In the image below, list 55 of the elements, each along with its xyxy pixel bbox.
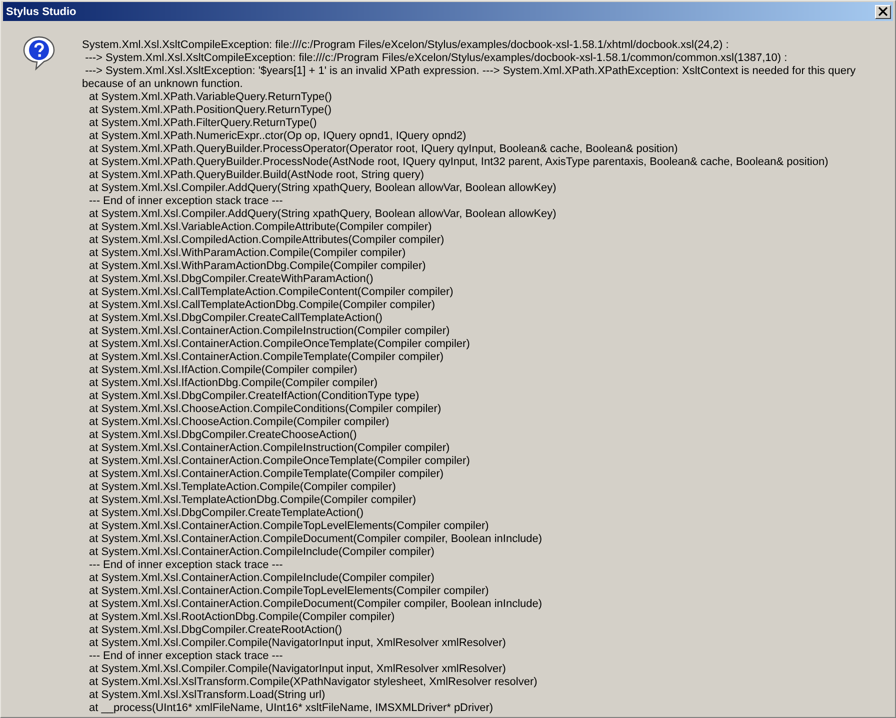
- stack-trace-line: at System.Xml.Xsl.ContainerAction.CompileTemplate(Compiler compiler): [89, 351, 445, 364]
- stack-trace-line: at System.Xml.Xsl.ContainerAction.CompileDocument(Compiler compiler, Boolean inInclude): [89, 533, 544, 546]
- error-message: ---> System.Xml.Xsl.XsltException: '$years[1] + 1' is an invalid XPath expression. ---> System.Xml.XPath.XPathException: XsltContext is needed for this query because of an unknown function.: [82, 65, 857, 91]
- error-message: ---> System.Xml.Xsl.XsltCompileException: file:///c:/Program Files/eXcelon/Stylus/examples/docbook-xsl-1.58.1/common/common.xsl(1387,10) :: [84, 52, 788, 65]
- stack-trace-line: at System.Xml.Xsl.ContainerAction.CompileTopLevelElements(Compiler compiler): [89, 585, 490, 598]
- stack-trace-line: at System.Xml.Xsl.ContainerAction.CompileInclude(Compiler compiler): [89, 546, 436, 559]
- stack-trace-line: at System.Xml.XPath.PositionQuery.ReturnType(): [89, 104, 332, 117]
- stack-trace-line: at System.Xml.Xsl.XslTransform.Load(String url): [89, 689, 326, 702]
- stack-trace-line: at System.Xml.XPath.NumericExpr..ctor(Op op, IQuery opnd1, IQuery opnd2): [89, 130, 468, 143]
- stack-trace-line: at System.Xml.Xsl.ContainerAction.CompileInstruction(Compiler compiler): [89, 325, 451, 338]
- stack-trace-line: at System.Xml.Xsl.ChooseAction.CompileConditions(Compiler compiler): [89, 403, 442, 416]
- stack-trace-line: at System.Xml.Xsl.ContainerAction.CompileOnceTemplate(Compiler compiler): [89, 455, 471, 468]
- stack-trace-line: at System.Xml.Xsl.TemplateActionDbg.Compile(Compiler compiler): [89, 494, 418, 507]
- stack-trace-line: at System.Xml.Xsl.ContainerAction.CompileTemplate(Compiler compiler): [89, 468, 445, 481]
- stack-trace-line: at System.Xml.Xsl.ContainerAction.CompileOnceTemplate(Compiler compiler): [89, 338, 471, 351]
- stack-trace-line: at System.Xml.Xsl.Compiler.Compile(NavigatorInput input, XmlResolver xmlResolver): [89, 637, 507, 650]
- stack-trace-line: at System.Xml.Xsl.VariableAction.CompileAttribute(Compiler compiler): [89, 221, 433, 234]
- stack-trace-line: at System.Xml.Xsl.WithParamAction.Compile(Compiler compiler): [89, 247, 407, 260]
- stack-trace-line: at System.Xml.Xsl.Compiler.AddQuery(String xpathQuery, Boolean allowVar, Boolean allowKey): [89, 182, 558, 195]
- stack-trace-line: at System.Xml.Xsl.CompiledAction.CompileAttributes(Compiler compiler): [89, 234, 446, 247]
- stack-trace-line: at System.Xml.XPath.QueryBuilder.ProcessOperator(Operator root, IQuery qyInput, Boolean& cache, Boolean& position): [89, 143, 679, 156]
- stack-trace-line: at System.Xml.Xsl.ChooseAction.Compile(Compiler compiler): [89, 416, 390, 429]
- stack-trace-line: at System.Xml.Xsl.DbgCompiler.CreateCallTemplateAction(): [89, 312, 384, 325]
- stack-trace-line: at System.Xml.XPath.QueryBuilder.ProcessNode(AstNode root, IQuery qyInput, Int32 parent, AxisType parentaxis, Boolean& cache, Boolean& position): [89, 156, 830, 169]
- stack-trace-line: at System.Xml.Xsl.ContainerAction.CompileInclude(Compiler compiler): [89, 572, 436, 585]
- stack-trace-line: at System.Xml.Xsl.ContainerAction.CompileTopLevelElements(Compiler compiler): [89, 520, 490, 533]
- window-title: Stylus Studio: [6, 6, 76, 18]
- stack-trace-line: at System.Xml.Xsl.Compiler.AddQuery(String xpathQuery, Boolean allowVar, Boolean allowKey): [89, 208, 558, 221]
- stack-trace-line: --- End of inner exception stack trace ---: [89, 559, 284, 572]
- stack-trace-line: at System.Xml.Xsl.TemplateAction.Compile(Compiler compiler): [89, 481, 397, 494]
- error-message: System.Xml.Xsl.XsltCompileException: file:///c:/Program Files/eXcelon/Stylus/examples/docbook-xsl-1.58.1/xhtml/docbook.xsl(24,2) :: [82, 39, 730, 52]
- stack-trace-line: at System.Xml.Xsl.XslTransform.Compile(XPathNavigator stylesheet, XmlResolver resolver): [89, 676, 538, 689]
- stack-trace-line: --- End of inner exception stack trace ---: [89, 195, 284, 208]
- stack-trace-line: at System.Xml.Xsl.RootActionDbg.Compile(Compiler compiler): [89, 611, 396, 624]
- stack-trace-line: at System.Xml.XPath.QueryBuilder.Build(AstNode root, String query): [89, 169, 426, 182]
- stack-trace-line: at System.Xml.Xsl.DbgCompiler.CreateWithParamAction(): [89, 273, 374, 286]
- stack-trace-line: at System.Xml.Xsl.DbgCompiler.CreateRootAction(): [89, 624, 344, 637]
- stack-trace-line: at System.Xml.Xsl.CallTemplateAction.CompileContent(Compiler compiler): [89, 286, 454, 299]
- stack-trace-line: at System.Xml.XPath.VariableQuery.ReturnType(): [89, 91, 333, 104]
- close-button[interactable]: [875, 4, 891, 18]
- question-icon: [22, 35, 56, 71]
- stack-trace-line: at System.Xml.Xsl.DbgCompiler.CreateTemplateAction(): [89, 507, 364, 520]
- stack-trace-line: at System.Xml.Xsl.CallTemplateActionDbg.Compile(Compiler compiler): [89, 299, 436, 312]
- stack-trace-line: at System.Xml.Xsl.DbgCompiler.CreateIfAction(ConditionType type): [89, 390, 420, 403]
- stack-trace-line: --- End of inner exception stack trace ---: [89, 650, 284, 663]
- stack-trace-line: at __process(UInt16* xmlFileName, UInt16* xsltFileName, IMSXMLDriver* pDriver): [89, 702, 494, 715]
- stack-trace-line: at System.Xml.Xsl.WithParamActionDbg.Compile(Compiler compiler): [89, 260, 427, 273]
- stack-trace-line: at System.Xml.Xsl.Compiler.Compile(NavigatorInput input, XmlResolver xmlResolver): [89, 663, 507, 676]
- close-icon: [878, 7, 888, 16]
- stack-trace-line: at System.Xml.XPath.FilterQuery.ReturnType(): [89, 117, 318, 130]
- stack-trace-line: at System.Xml.Xsl.DbgCompiler.CreateChooseAction(): [89, 429, 358, 442]
- stack-trace-line: at System.Xml.Xsl.ContainerAction.CompileDocument(Compiler compiler, Boolean inInclude): [89, 598, 544, 611]
- stack-trace-line: at System.Xml.Xsl.ContainerAction.CompileInstruction(Compiler compiler): [89, 442, 451, 455]
- stack-trace-line: at System.Xml.Xsl.IfAction.Compile(Compiler compiler): [89, 364, 358, 377]
- stack-trace-line: at System.Xml.Xsl.IfActionDbg.Compile(Compiler compiler): [89, 377, 379, 390]
